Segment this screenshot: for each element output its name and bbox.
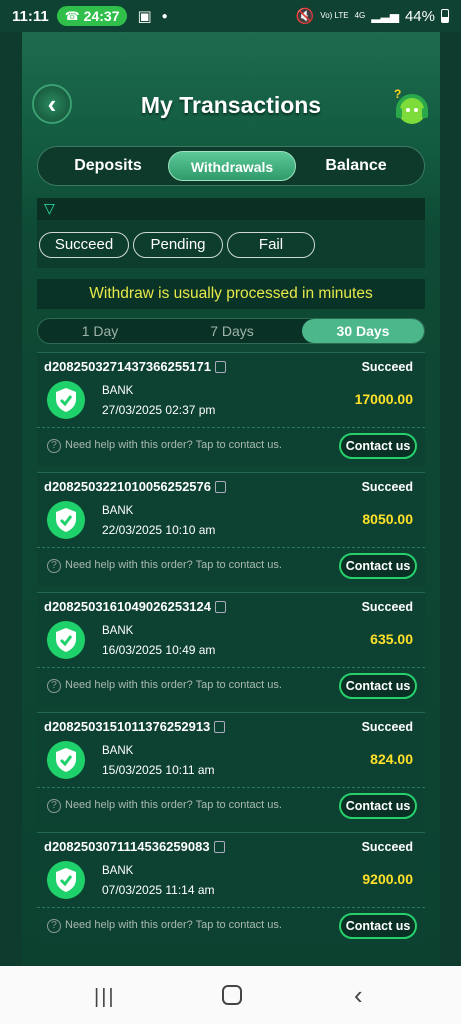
notification-dot-icon: ● (161, 10, 168, 22)
filter-fail[interactable]: Fail (227, 232, 315, 258)
svg-text:?: ? (394, 87, 401, 101)
period-selector: 1 Day 7 Days 30 Days (37, 318, 425, 344)
processing-notice: Withdraw is usually processed in minutes (37, 279, 425, 309)
transaction-date: 22/03/2025 10:10 am (102, 523, 216, 537)
status-label: Succeed (361, 840, 413, 854)
copy-icon[interactable] (215, 361, 227, 373)
payment-method: BANK (102, 385, 134, 397)
transaction-card[interactable]: d2082503071114536259083 Succeed BANK 07/03/… (37, 832, 425, 946)
status-label: Succeed (361, 600, 413, 614)
divider (37, 787, 425, 788)
order-id: d2082503271437366255171 (44, 359, 227, 374)
transaction-amount: 824.00 (370, 751, 413, 767)
status-label: Succeed (361, 720, 413, 734)
clock: 11:11 (12, 7, 49, 25)
transaction-card[interactable]: d2082503221010056252576 Succeed BANK 22/03/… (37, 472, 425, 586)
recents-button[interactable]: ||| (94, 986, 116, 1009)
status-filter-panel: ▽ Succeed Pending Fail (37, 198, 425, 268)
battery-icon (441, 9, 449, 23)
shield-check-icon (47, 381, 85, 419)
help-text[interactable]: Need help with this order? Tap to contac… (65, 559, 282, 571)
call-timer: 24:37 (83, 8, 120, 24)
question-icon: ? (47, 679, 61, 693)
contact-us-button[interactable]: Contact us (339, 553, 417, 579)
order-id: d2082503161049026253124 (44, 599, 227, 614)
question-icon: ? (47, 919, 61, 933)
order-id: d2082503071114536259083 (44, 839, 225, 854)
shield-check-icon (47, 621, 85, 659)
app-frame: ‹ My Transactions ? Deposits Withdrawals… (22, 32, 440, 965)
question-icon: ? (47, 799, 61, 813)
tab-balance[interactable]: Balance (292, 151, 420, 181)
payment-method: BANK (102, 865, 134, 877)
back-nav-button[interactable]: ‹ (354, 980, 363, 1011)
transaction-date: 27/03/2025 02:37 pm (102, 403, 216, 417)
transaction-type-tabs: Deposits Withdrawals Balance (37, 146, 425, 186)
mute-icon: 🔇 (295, 8, 315, 25)
divider (37, 427, 425, 428)
network-indicator: 4G (354, 11, 366, 20)
period-30-days[interactable]: 30 Days (302, 319, 424, 343)
copy-icon[interactable] (215, 601, 227, 613)
help-text[interactable]: Need help with this order? Tap to contac… (65, 439, 282, 451)
help-text[interactable]: Need help with this order? Tap to contac… (65, 799, 282, 811)
phone-icon: ☎ (64, 9, 80, 23)
tab-withdrawals[interactable]: Withdrawals (168, 151, 296, 181)
support-headset-icon[interactable]: ? (390, 86, 432, 128)
system-nav-bar: ||| ‹ (0, 966, 461, 1024)
transaction-date: 07/03/2025 11:14 am (102, 883, 215, 897)
divider (37, 667, 425, 668)
filter-icon[interactable]: ▽ (44, 200, 55, 217)
copy-icon[interactable] (215, 481, 227, 493)
volte-indicator: Vo) LTE (320, 11, 349, 20)
transaction-amount: 8050.00 (362, 511, 413, 527)
header: ‹ My Transactions ? (22, 32, 440, 152)
gallery-icon: ▣ (137, 8, 152, 25)
transaction-amount: 17000.00 (354, 391, 413, 407)
filter-pending[interactable]: Pending (133, 232, 223, 258)
transaction-date: 15/03/2025 10:11 am (102, 763, 215, 777)
copy-icon[interactable] (213, 841, 225, 853)
battery-percent: 44% (404, 7, 435, 25)
payment-method: BANK (102, 505, 134, 517)
contact-us-button[interactable]: Contact us (339, 673, 417, 699)
question-icon: ? (47, 439, 61, 453)
order-id: d2082503151011376252913 (44, 719, 226, 734)
shield-check-icon (47, 861, 85, 899)
transaction-date: 16/03/2025 10:49 am (102, 643, 216, 657)
contact-us-button[interactable]: Contact us (339, 793, 417, 819)
status-label: Succeed (361, 360, 413, 374)
payment-method: BANK (102, 625, 134, 637)
help-text[interactable]: Need help with this order? Tap to contac… (65, 679, 282, 691)
filter-succeed[interactable]: Succeed (39, 232, 129, 258)
shield-check-icon (47, 501, 85, 539)
contact-us-button[interactable]: Contact us (339, 913, 417, 939)
home-button[interactable] (222, 985, 242, 1005)
period-7-days[interactable]: 7 Days (170, 319, 294, 343)
status-label: Succeed (361, 480, 413, 494)
question-icon: ? (47, 559, 61, 573)
help-text[interactable]: Need help with this order? Tap to contac… (65, 919, 282, 931)
transaction-list: d2082503271437366255171 Succeed BANK 27/03/… (37, 352, 425, 964)
status-bar: 11:11 ☎ 24:37 ▣ ● 🔇 Vo) LTE 4G ▂▃▅ 44% (0, 0, 461, 32)
transaction-card[interactable]: d2082503271437366255171 Succeed BANK 27/03/… (37, 352, 425, 466)
divider (37, 547, 425, 548)
transaction-amount: 9200.00 (362, 871, 413, 887)
transaction-amount: 635.00 (370, 631, 413, 647)
period-1-day[interactable]: 1 Day (38, 319, 162, 343)
copy-icon[interactable] (214, 721, 226, 733)
signal-icon: ▂▃▅ (371, 9, 399, 23)
contact-us-button[interactable]: Contact us (339, 433, 417, 459)
shield-check-icon (47, 741, 85, 779)
transaction-card[interactable]: d2082503151011376252913 Succeed BANK 15/03/… (37, 712, 425, 826)
ongoing-call-pill[interactable]: ☎ 24:37 (56, 6, 128, 26)
divider (37, 907, 425, 908)
filter-bar: ▽ (37, 198, 425, 220)
payment-method: BANK (102, 745, 134, 757)
tab-deposits[interactable]: Deposits (44, 151, 172, 181)
order-id: d2082503221010056252576 (44, 479, 227, 494)
page-title: My Transactions (140, 92, 322, 118)
transaction-card[interactable]: d2082503161049026253124 Succeed BANK 16/03/… (37, 592, 425, 706)
